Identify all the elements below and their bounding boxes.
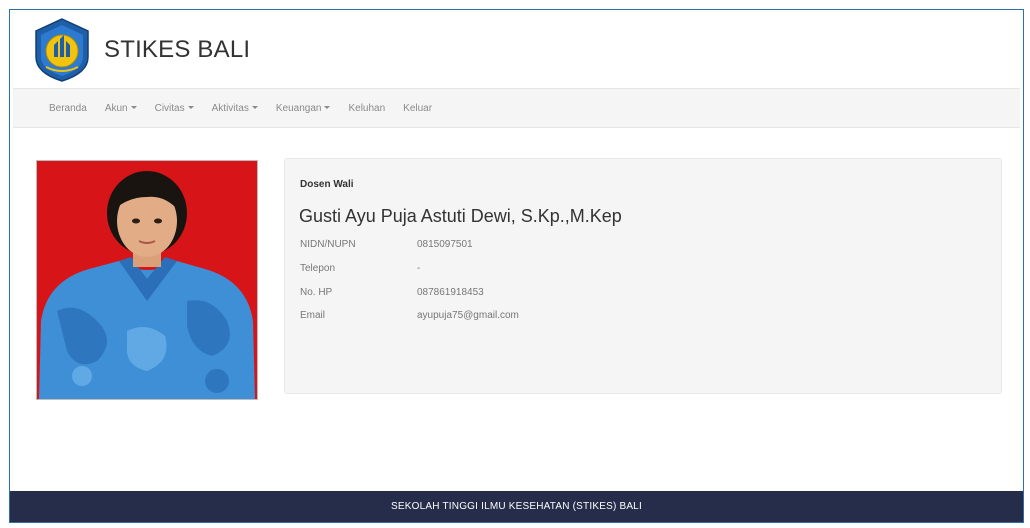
lecturer-info-panel: Dosen Wali Gusti Ayu Puja Astuti Dewi, S… [284, 158, 1002, 394]
brand[interactable]: STIKES BALI [32, 14, 250, 86]
nav-keluhan[interactable]: Keluhan [348, 103, 385, 114]
stikes-bali-logo-icon [35, 18, 89, 82]
lecturer-photo [36, 160, 258, 400]
nav-aktivitas-dropdown[interactable]: Aktivitas [212, 103, 258, 114]
caret-down-icon [324, 106, 331, 110]
main-navbar: Beranda Akun Civitas Aktivitas Keuangan … [13, 88, 1020, 128]
field-row-email: Email ayupuja75@gmail.com [300, 310, 519, 321]
field-row-nidn: NIDN/NUPN 0815097501 [300, 239, 473, 250]
panel-heading: Dosen Wali [300, 179, 354, 190]
nav-akun-dropdown[interactable]: Akun [105, 103, 137, 114]
nav-keuangan-dropdown[interactable]: Keuangan [276, 103, 331, 114]
caret-down-icon [130, 106, 137, 110]
field-value: - [417, 263, 421, 274]
person-portrait-image [37, 161, 257, 399]
field-label: Telepon [300, 263, 336, 274]
field-row-no-hp: No. HP 087861918453 [300, 287, 484, 298]
field-value: 087861918453 [417, 287, 484, 298]
field-label: No. HP [300, 287, 333, 298]
field-value: 0815097501 [417, 239, 473, 250]
field-label: NIDN/NUPN [300, 239, 356, 250]
page-frame: STIKES BALI Beranda Akun Civitas Aktivit… [9, 9, 1024, 523]
caret-down-icon [187, 106, 194, 110]
field-label: Email [300, 310, 326, 321]
nav-civitas-dropdown[interactable]: Civitas [155, 103, 194, 114]
site-footer: SEKOLAH TINGGI ILMU KESEHATAN (STIKES) B… [10, 491, 1023, 522]
site-title[interactable]: STIKES BALI [104, 36, 250, 64]
caret-down-icon [251, 106, 258, 110]
nav-keluar[interactable]: Keluar [403, 103, 432, 114]
field-value: ayupuja75@gmail.com [417, 310, 519, 321]
field-row-telepon: Telepon - [300, 263, 420, 274]
nav-beranda[interactable]: Beranda [49, 103, 87, 114]
footer-text: SEKOLAH TINGGI ILMU KESEHATAN (STIKES) B… [391, 501, 642, 512]
lecturer-name: Gusti Ayu Puja Astuti Dewi, S.Kp.,M.Kep [299, 206, 622, 226]
